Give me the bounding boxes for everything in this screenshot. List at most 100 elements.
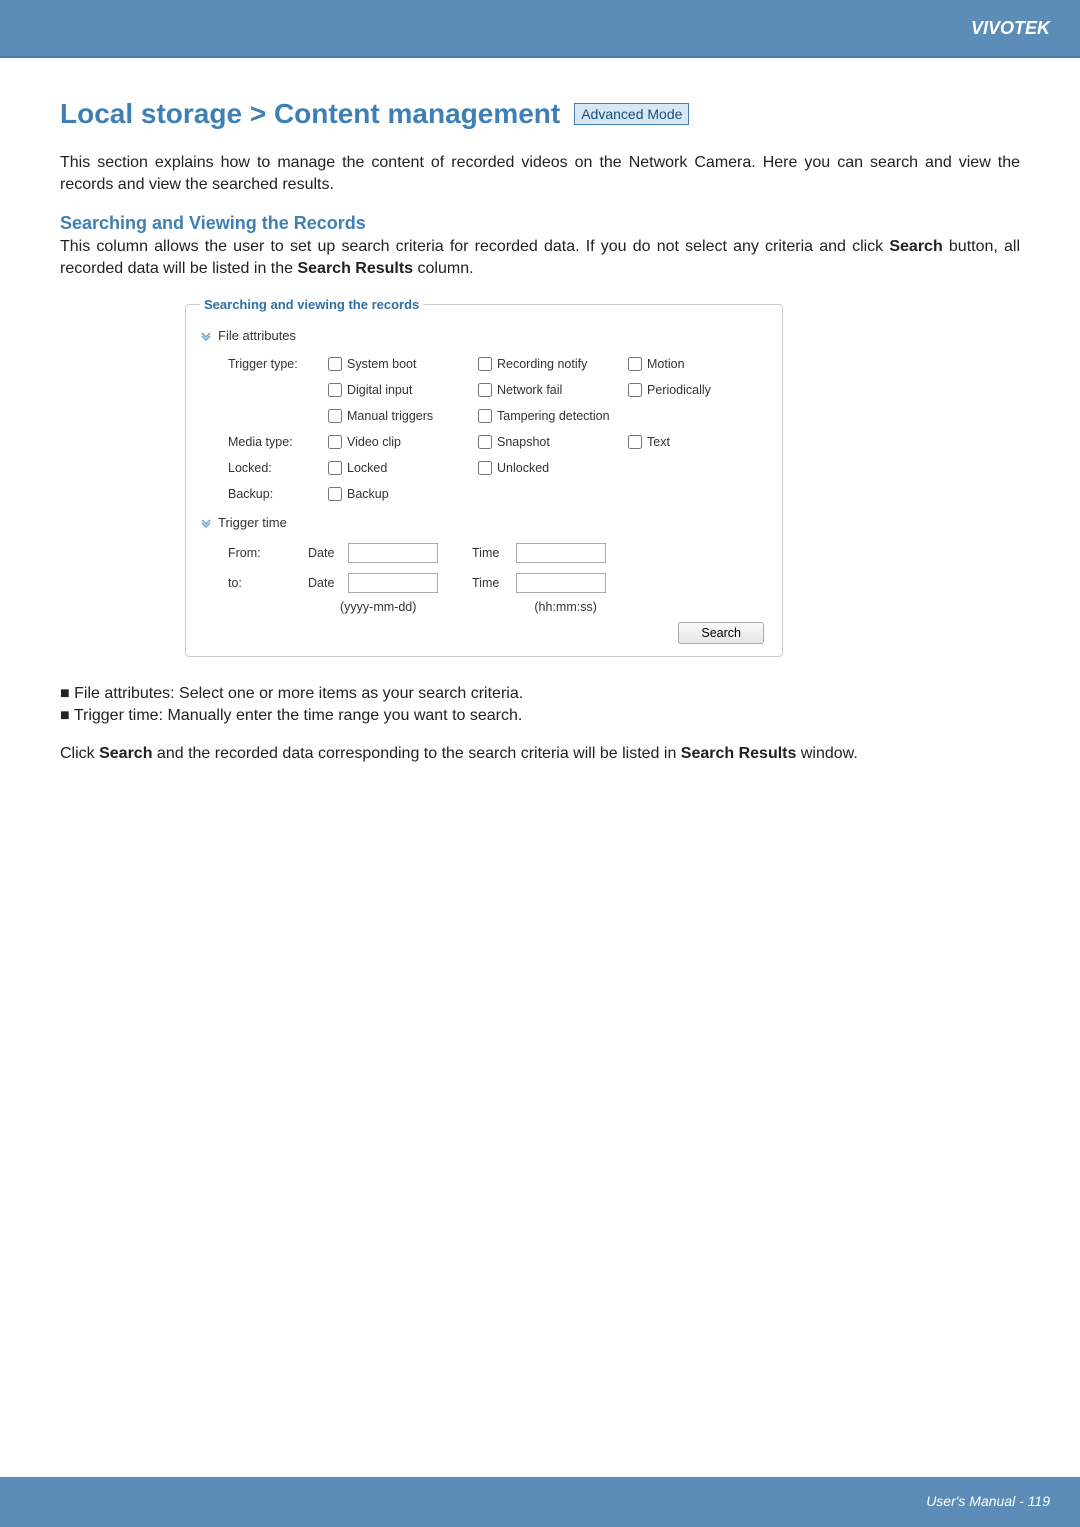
page-content: Local storage > Content management Advan… [0,58,1080,764]
cb-periodically-label: Periodically [647,383,711,397]
cb-motion-label: Motion [647,357,685,371]
checkbox-motion[interactable] [628,357,642,371]
subtext-bold-search: Search [889,238,942,255]
from-time-input[interactable] [516,543,606,563]
subtext-post: column. [413,260,473,277]
checkbox-digital-input[interactable] [328,383,342,397]
date-hint-row: (yyyy-mm-dd) (hh:mm:ss) [200,600,768,614]
heading-row: Local storage > Content management Advan… [60,98,1020,130]
date-format-hint: (yyyy-mm-dd) [340,600,416,614]
cb-recording-notify[interactable]: Recording notify [478,357,618,371]
cb-manual-triggers-label: Manual triggers [347,409,433,423]
cb-tampering-detection-label: Tampering detection [497,409,610,423]
trigger-time-title: Trigger time [218,515,287,530]
cb-text[interactable]: Text [628,435,768,449]
cb-locked[interactable]: Locked [328,461,468,475]
page-footer: User's Manual - 119 [0,1477,1080,1527]
trigger-type-row-2: Digital input Network fail Periodically [200,377,768,403]
cb-periodically[interactable]: Periodically [628,383,768,397]
checkbox-network-fail[interactable] [478,383,492,397]
checkbox-recording-notify[interactable] [478,357,492,371]
search-panel: Searching and viewing the records File a… [185,297,783,657]
mode-badge: Advanced Mode [574,103,689,125]
time-word-to: Time [472,576,506,590]
from-date-input[interactable] [348,543,438,563]
outro-bold-search: Search [99,745,152,762]
cb-snapshot-label: Snapshot [497,435,550,449]
locked-label: Locked: [228,461,318,475]
subtext-pre: This column allows the user to set up se… [60,238,889,255]
cb-manual-triggers[interactable]: Manual triggers [328,409,468,423]
panel-legend: Searching and viewing the records [200,297,423,312]
page-title: Local storage > Content management [60,98,560,130]
to-time-input[interactable] [516,573,606,593]
checkbox-text[interactable] [628,435,642,449]
footer-text: User's Manual - 119 [926,1493,1050,1509]
cb-digital-input[interactable]: Digital input [328,383,468,397]
search-button[interactable]: Search [678,622,764,644]
media-type-label: Media type: [228,435,318,449]
cb-tampering-detection[interactable]: Tampering detection [478,409,678,423]
cb-video-clip[interactable]: Video clip [328,435,468,449]
intro-text: This section explains how to manage the … [60,152,1020,195]
trigger-type-row-3: Manual triggers Tampering detection [200,403,768,429]
cb-system-boot-label: System boot [347,357,416,371]
cb-unlocked[interactable]: Unlocked [478,461,618,475]
checkbox-periodically[interactable] [628,383,642,397]
checkbox-snapshot[interactable] [478,435,492,449]
file-attributes-toggle[interactable]: File attributes [200,328,768,343]
subtext-bold-results: Search Results [297,260,413,277]
to-date-input[interactable] [348,573,438,593]
checkbox-locked[interactable] [328,461,342,475]
backup-label: Backup: [228,487,318,501]
checkbox-unlocked[interactable] [478,461,492,475]
trigger-time-toggle[interactable]: Trigger time [200,515,768,530]
cb-locked-label: Locked [347,461,387,475]
outro-text: Click Search and the recorded data corre… [60,743,1020,765]
to-row: to: Date Time [200,568,768,598]
bullet-file-attributes: ■ File attributes: Select one or more it… [60,683,1020,705]
chevron-down-icon [200,330,212,342]
search-panel-wrap: Searching and viewing the records File a… [185,297,745,657]
outro-pre: Click [60,745,99,762]
trigger-type-label: Trigger type: [228,357,318,371]
section-subheading: Searching and Viewing the Records [60,213,1020,234]
checkbox-system-boot[interactable] [328,357,342,371]
time-word-from: Time [472,546,506,560]
backup-row: Backup: Backup [200,481,768,507]
outro-mid: and the recorded data corresponding to t… [152,745,680,762]
file-attributes-title: File attributes [218,328,296,343]
checkbox-video-clip[interactable] [328,435,342,449]
page-header: VIVOTEK [0,0,1080,58]
checkbox-manual-triggers[interactable] [328,409,342,423]
time-format-hint: (hh:mm:ss) [534,600,597,614]
cb-network-fail-label: Network fail [497,383,562,397]
outro-post: window. [796,745,857,762]
bullet-list: ■ File attributes: Select one or more it… [60,683,1020,726]
from-row: From: Date Time [200,538,768,568]
cb-motion[interactable]: Motion [628,357,768,371]
button-row: Search [200,622,768,644]
chevron-down-icon [200,517,212,529]
to-label: to: [228,576,298,590]
bullet-trigger-time: ■ Trigger time: Manually enter the time … [60,705,1020,727]
cb-network-fail[interactable]: Network fail [478,383,618,397]
cb-system-boot[interactable]: System boot [328,357,468,371]
date-word-to: Date [308,576,338,590]
cb-snapshot[interactable]: Snapshot [478,435,618,449]
checkbox-tampering-detection[interactable] [478,409,492,423]
date-word-from: Date [308,546,338,560]
cb-backup[interactable]: Backup [328,487,468,501]
cb-backup-label: Backup [347,487,389,501]
locked-row: Locked: Locked Unlocked [200,455,768,481]
media-type-row: Media type: Video clip Snapshot Text [200,429,768,455]
cb-text-label: Text [647,435,670,449]
cb-unlocked-label: Unlocked [497,461,549,475]
cb-video-clip-label: Video clip [347,435,401,449]
section-description: This column allows the user to set up se… [60,236,1020,279]
checkbox-backup[interactable] [328,487,342,501]
outro-bold-results: Search Results [681,745,797,762]
from-label: From: [228,546,298,560]
cb-digital-input-label: Digital input [347,383,412,397]
trigger-type-row-1: Trigger type: System boot Recording noti… [200,351,768,377]
